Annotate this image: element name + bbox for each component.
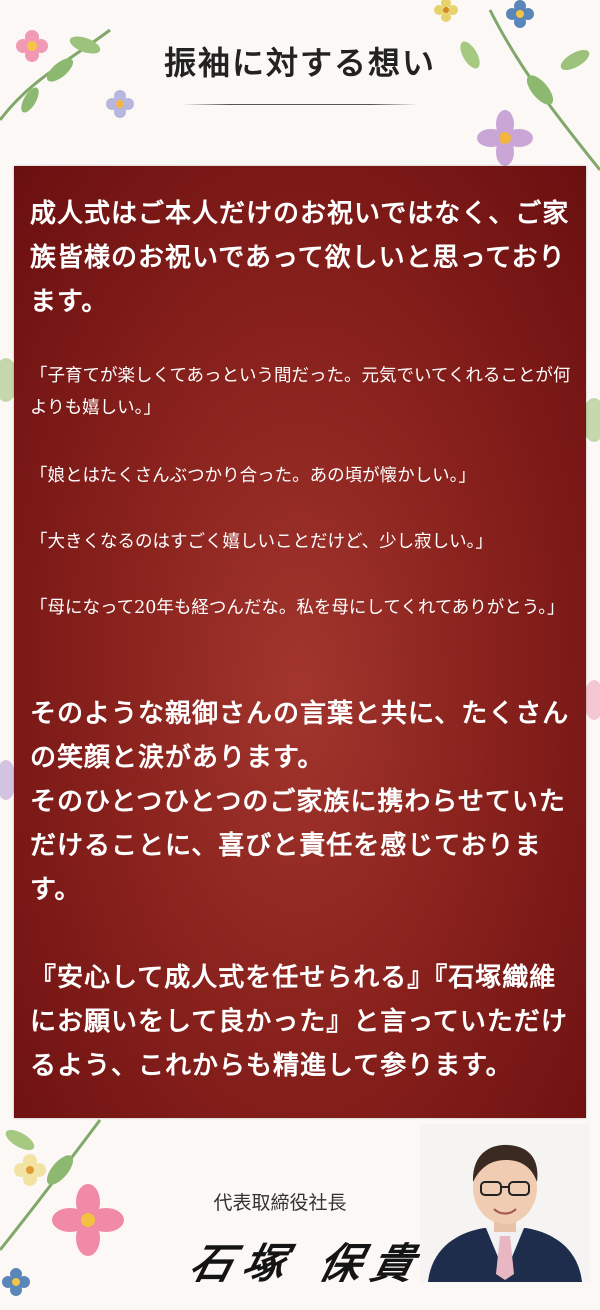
- flower-icon: [0, 1119, 124, 1296]
- message-panel: 成人式はご本人だけのお祝いではなく、ご家族皆様のお祝いであって欲しいと思っており…: [14, 166, 586, 1118]
- page-title: 振袖に対する想い: [163, 44, 436, 82]
- parent-quote: 「母になって20年も経つんだな。私を母にしてくれてありがとう。」: [30, 598, 565, 618]
- president-title: 代表取締役社長: [213, 1192, 347, 1214]
- flower-icon: [434, 0, 600, 171]
- president-photo: [420, 1124, 590, 1282]
- president-signature: 石塚 保貴: [185, 1239, 430, 1288]
- body-text: そのひとつひとつのご家族に携わらせていただけることに、喜びと責任を感じております…: [30, 787, 566, 905]
- intro-text: 成人式はご本人だけのお祝いではなく、ご家族皆様のお祝いであって欲しいと思っており…: [30, 199, 570, 317]
- parent-quote: 「大きくなるのはすごく嬉しいことだけど、少し寂しい。」: [30, 532, 493, 552]
- parent-quote: 「娘とはたくさんぶつかり合った。あの頃が懐かしい。」: [30, 466, 476, 486]
- closing-text: 『安心して成人式を任せられる』『石塚織維にお願いをして良かった』と言っていただけ…: [30, 963, 568, 1081]
- title-divider: [182, 104, 418, 105]
- parent-quote: 「子育てが楽しくてあっという間だった。元気でいてくれることが何よりも嬉しい。」: [30, 366, 571, 418]
- body-text: そのような親御さんの言葉と共に、たくさんの笑顔と涙があります。: [30, 699, 570, 773]
